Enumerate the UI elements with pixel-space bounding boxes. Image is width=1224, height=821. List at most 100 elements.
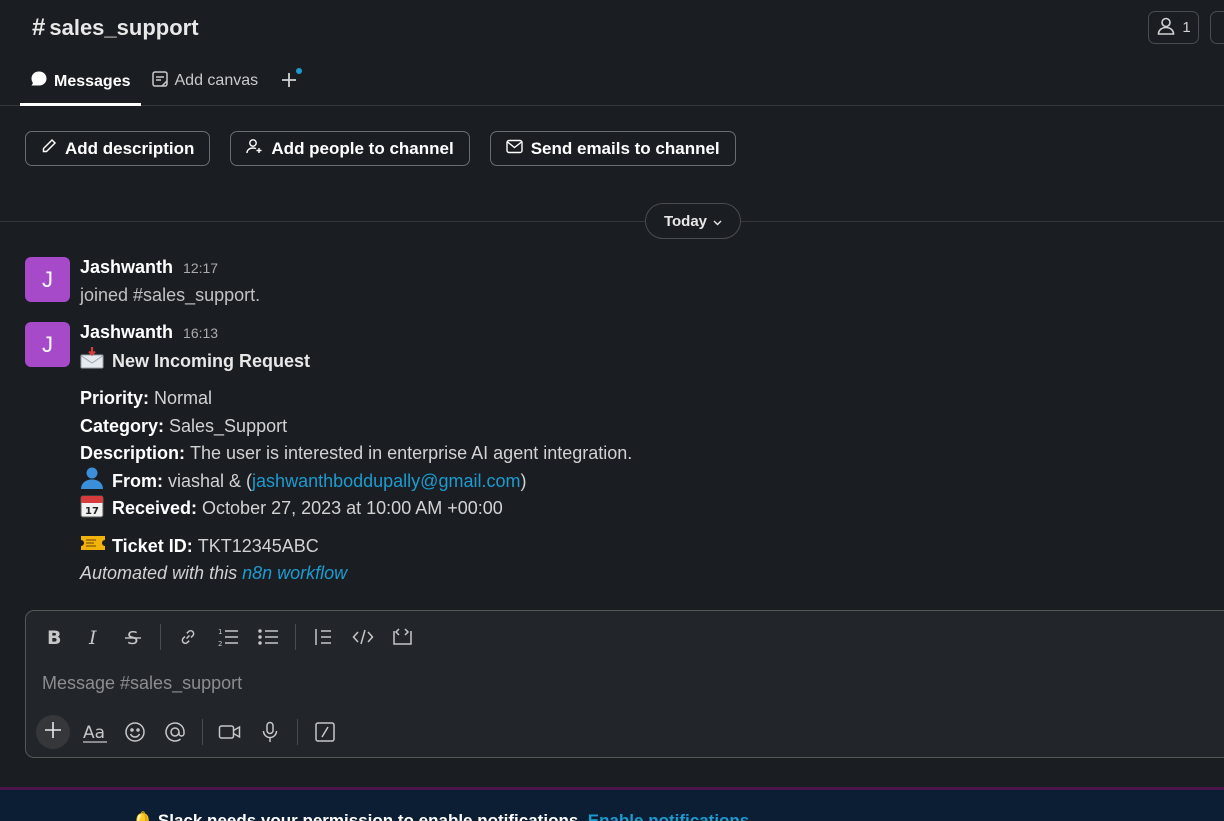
sender-email-link[interactable]: jashwanthboddupally@gmail.com xyxy=(252,471,520,492)
pencil-icon xyxy=(41,138,57,159)
channel-name: sales_support xyxy=(49,15,199,40)
description-label: Description: xyxy=(80,443,186,464)
toolbar-divider xyxy=(295,624,296,650)
category-value: Sales_Support xyxy=(169,415,288,436)
toolbar-divider xyxy=(202,719,203,745)
channel-header: # sales_support 1 Messages Add canvas xyxy=(0,0,1224,106)
bulleted-list-icon[interactable] xyxy=(253,623,283,651)
date-divider-button[interactable]: Today xyxy=(645,203,741,239)
enable-notifications-link[interactable]: Enable notifications xyxy=(588,811,750,821)
avatar[interactable]: J xyxy=(25,322,70,367)
tab-messages-label: Messages xyxy=(54,72,131,90)
link-icon[interactable] xyxy=(173,623,203,651)
ticket-line: Ticket ID: TKT12345ABC xyxy=(80,533,1180,561)
priority-label: Priority: xyxy=(80,388,150,409)
add-people-button[interactable]: Add people to channel xyxy=(230,131,470,166)
channel-title[interactable]: # sales_support xyxy=(32,14,199,42)
formatting-toolbar: B I S 12 xyxy=(38,623,418,651)
svg-text:I: I xyxy=(88,628,97,646)
tab-add-canvas[interactable]: Add canvas xyxy=(141,62,269,102)
workflow-link[interactable]: n8n workflow xyxy=(242,563,347,584)
received-value: October 27, 2023 at 10:00 AM +00:00 xyxy=(202,498,503,519)
add-description-button[interactable]: Add description xyxy=(25,131,211,166)
code-icon[interactable] xyxy=(348,623,378,651)
banner-message: 🔔 Slack needs your permission to enable … xyxy=(132,811,749,821)
tab-add-canvas-label: Add canvas xyxy=(174,72,259,89)
svg-text:B: B xyxy=(47,628,61,646)
video-icon[interactable] xyxy=(215,718,245,746)
message-input[interactable]: Message #sales_support xyxy=(42,673,242,694)
banner-text: Slack needs your permission to enable no… xyxy=(157,811,584,821)
send-emails-label: Send emails to channel xyxy=(530,138,720,158)
priority-value: Normal xyxy=(154,388,213,409)
strikethrough-icon[interactable]: S xyxy=(118,623,148,651)
person-icon xyxy=(1156,16,1176,40)
notification-dot xyxy=(296,68,303,74)
message-author[interactable]: Jashwanth xyxy=(80,322,173,343)
svg-text:Aa: Aa xyxy=(83,723,105,743)
code-block-icon[interactable] xyxy=(388,623,418,651)
calendar-icon: 17 xyxy=(80,494,106,524)
add-description-label: Add description xyxy=(65,138,195,158)
message-title: New Incoming Request xyxy=(112,350,311,371)
text-format-icon[interactable]: Aa xyxy=(80,718,110,746)
mention-icon[interactable] xyxy=(160,718,190,746)
category-label: Category: xyxy=(80,415,165,436)
from-line: From: viashal & (jashwanthboddupally@gma… xyxy=(80,467,1180,496)
toolbar-divider xyxy=(297,719,298,745)
send-emails-button[interactable]: Send emails to channel xyxy=(489,131,736,166)
message-composer: B I S 12 Message #sales_support Aa xyxy=(25,610,1224,758)
svg-text:2: 2 xyxy=(218,640,222,647)
numbered-list-icon[interactable]: 12 xyxy=(213,623,243,651)
chevron-down-icon xyxy=(713,213,722,230)
from-close: ) xyxy=(520,470,527,491)
priority-line: Priority: Normal xyxy=(80,385,1180,413)
ticket-label: Ticket ID: xyxy=(112,535,193,556)
channel-hash: # xyxy=(32,14,46,41)
add-person-icon xyxy=(246,138,263,159)
message-timestamp[interactable]: 12:17 xyxy=(183,260,218,276)
message-timestamp[interactable]: 16:13 xyxy=(183,325,218,341)
notification-banner: 🔔 Slack needs your permission to enable … xyxy=(0,787,1224,821)
attach-button[interactable] xyxy=(36,715,70,749)
plus-icon xyxy=(44,721,62,744)
bell-icon: 🔔 xyxy=(132,811,154,821)
incoming-envelope-icon xyxy=(80,347,106,375)
category-line: Category: Sales_Support xyxy=(80,413,1180,441)
message-author[interactable]: Jashwanth xyxy=(80,257,173,278)
from-label: From: xyxy=(112,470,163,491)
date-divider-line xyxy=(0,221,1224,222)
huddle-button[interactable] xyxy=(1210,11,1224,44)
email-icon xyxy=(506,139,523,159)
date-divider-label: Today xyxy=(663,212,708,230)
received-line: 17 Received: October 27, 2023 at 10:00 A… xyxy=(80,495,1180,523)
emoji-icon[interactable] xyxy=(120,718,150,746)
from-name: viashal & ( xyxy=(168,470,253,491)
add-people-label: Add people to channel xyxy=(271,138,454,158)
description-line: Description: The user is interested in e… xyxy=(80,440,1180,468)
tab-messages[interactable]: Messages xyxy=(20,62,141,106)
svg-text:1: 1 xyxy=(218,628,222,636)
channel-actions: Add description Add people to channel Se… xyxy=(25,131,736,166)
composer-actions: Aa xyxy=(36,715,340,749)
automation-text: Automated with this xyxy=(80,563,238,584)
message-text: joined #sales_support. xyxy=(80,285,261,305)
ticket-value: TKT12345ABC xyxy=(197,535,319,556)
person-silhouette-icon xyxy=(80,467,106,495)
message-bubble-icon xyxy=(30,70,48,93)
automation-footer: Automated with this n8n workflow xyxy=(80,560,1180,588)
slash-command-icon[interactable] xyxy=(310,718,340,746)
description-value: The user is interested in enterprise AI … xyxy=(190,443,633,464)
italic-icon[interactable]: I xyxy=(78,623,108,651)
ticket-icon xyxy=(80,534,106,558)
bold-icon[interactable]: B xyxy=(38,623,68,651)
members-button[interactable]: 1 xyxy=(1148,11,1199,44)
canvas-icon xyxy=(151,70,169,93)
blockquote-icon[interactable] xyxy=(308,623,338,651)
add-tab-button[interactable] xyxy=(274,62,304,102)
avatar[interactable]: J xyxy=(25,257,70,302)
toolbar-divider xyxy=(160,624,161,650)
channel-tabs: Messages Add canvas xyxy=(20,62,304,106)
svg-text:17: 17 xyxy=(85,506,99,517)
microphone-icon[interactable] xyxy=(255,718,285,746)
